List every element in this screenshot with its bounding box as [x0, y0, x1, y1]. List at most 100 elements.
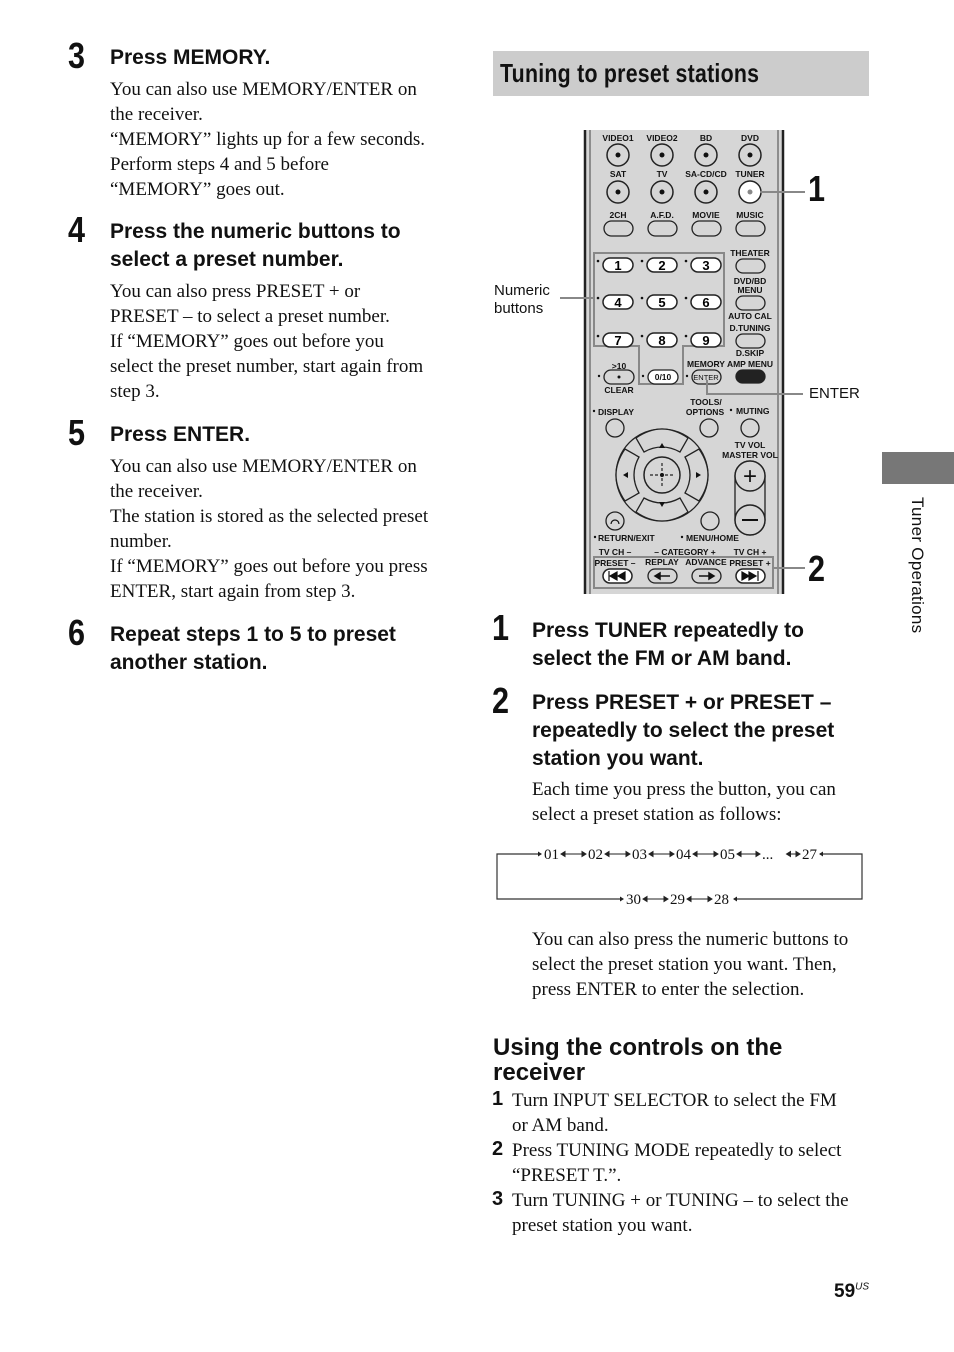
step-number: 2: [492, 1138, 504, 1160]
button-dot: [641, 374, 645, 378]
arrowhead-icon: [538, 851, 542, 857]
button-dot: [747, 152, 753, 158]
afd-button[interactable]: [647, 220, 678, 237]
btn-label: THEATER: [730, 248, 770, 258]
btn-label: 2CH: [609, 210, 626, 220]
dvd-menu-button[interactable]: [735, 295, 766, 311]
button-dot: [659, 189, 665, 195]
body-line: select the preset number, start again fr…: [110, 356, 424, 377]
btn-label: VIDEO1: [602, 133, 633, 143]
button-dot: [729, 408, 733, 412]
preset-sequence-diagram: 01 02 03 04 05... 27 30 29 28: [496, 847, 863, 908]
btn-label: MENU/HOME: [686, 533, 739, 543]
btn-label: MUSIC: [736, 210, 763, 220]
sequence-item: 27: [802, 847, 818, 863]
sequence-item: 30: [626, 892, 641, 908]
btn-label: DISPLAY: [598, 407, 634, 417]
btn-label: TOOLS/: [690, 397, 722, 407]
btn-label: MUTING: [736, 406, 770, 416]
step-body: You can also use MEMORY/ENTER on the rec…: [110, 77, 425, 202]
step-body: Turn TUNING + or TUNING – to select the …: [512, 1188, 849, 1238]
body-line: The station is stored as the selected pr…: [110, 506, 429, 527]
btn-label: AMP MENU: [727, 359, 773, 369]
step-number: 4: [68, 209, 86, 250]
body-line: You can also press PRESET + or: [110, 281, 361, 302]
step-heading: Press PRESET + or PRESET – repeatedly to…: [532, 689, 834, 773]
btn-label: D.SKIP: [736, 348, 765, 358]
button-dot: [747, 189, 753, 195]
body-line: preset station you want.: [512, 1215, 693, 1236]
auto-cal-button[interactable]: [735, 333, 766, 349]
button-dot: [685, 374, 689, 378]
numeric-button-label: 2: [658, 258, 665, 273]
body-line: number.: [110, 531, 172, 552]
step-number: 1: [492, 607, 510, 648]
arrowhead-icon: [620, 896, 624, 902]
body-line: If “MEMORY” goes out before you: [110, 331, 384, 352]
btn-label: TUNER: [735, 169, 764, 179]
heading-line: select the FM or AM band.: [532, 647, 792, 670]
button-dot: [592, 409, 596, 413]
page-number-value: 59: [834, 1281, 856, 1302]
body-line: “MEMORY” goes out.: [110, 179, 285, 200]
btn-label: REPLAY: [645, 557, 679, 567]
btn-label: MEMORY: [687, 359, 725, 369]
return-button[interactable]: [605, 511, 625, 531]
body-line: PRESET – to select a preset number.: [110, 306, 390, 327]
page-number: 59US: [834, 1281, 869, 1303]
amp-menu-button[interactable]: [735, 369, 766, 384]
numeric-button-label: 1: [614, 258, 621, 273]
btn-label: SA-CD/CD: [685, 169, 727, 179]
sequence-item: 05: [720, 847, 735, 863]
step-number: 2: [492, 680, 510, 721]
btn-label: PRESET +: [729, 558, 770, 568]
numeric-button-label: 9: [702, 333, 709, 348]
button-dot: [597, 374, 601, 378]
step-body: Each time you press the button, you can …: [532, 777, 836, 827]
btn-label: DVD: [741, 133, 759, 143]
step-number: 5: [68, 412, 86, 453]
menu-home-button[interactable]: [700, 511, 720, 531]
btn-label: TV: [657, 169, 668, 179]
theater-button[interactable]: [735, 258, 766, 274]
button-dot: [596, 334, 600, 338]
heading-line: receiver: [493, 1059, 586, 1086]
bidirectional-arrow-icon: [785, 850, 801, 858]
sequence-item: 02: [588, 847, 603, 863]
body-line: the receiver.: [110, 104, 203, 125]
step-heading: Press TUNER repeatedly to select the FM …: [532, 617, 804, 673]
btn-label: TV CH –: [599, 547, 632, 557]
movie-button[interactable]: [691, 220, 722, 237]
music-button[interactable]: [735, 220, 766, 237]
bidirectional-arrow-icon: [648, 850, 675, 858]
heading-line: another station.: [110, 651, 268, 674]
numeric-button-label: 3: [702, 258, 709, 273]
muting-button[interactable]: [740, 418, 760, 438]
btn-label: TV CH +: [734, 547, 767, 557]
button-dot: [615, 189, 621, 195]
numeric-button-label: 8: [658, 333, 665, 348]
btn-label: 0/10: [655, 372, 672, 382]
body-line: “PRESET T.”.: [512, 1165, 622, 1186]
callout-step-1: 1: [808, 168, 826, 209]
tools-button[interactable]: [699, 418, 719, 438]
btn-label: CLEAR: [604, 385, 633, 395]
display-button[interactable]: [605, 418, 625, 438]
callout-line: Numeric: [494, 282, 550, 299]
button-dot: [640, 259, 644, 263]
body-line: Perform steps 4 and 5 before: [110, 154, 329, 175]
chapter-tab-label: Tuner Operations: [908, 497, 927, 634]
body-line: or AM band.: [512, 1115, 609, 1136]
button-dot: [640, 334, 644, 338]
2ch-button[interactable]: [603, 220, 634, 237]
button-dot: [659, 152, 665, 158]
bidirectional-arrow-icon: [692, 850, 719, 858]
btn-label: MOVIE: [692, 210, 720, 220]
sequence-item: 03: [632, 847, 647, 863]
callout-step-2: 2: [808, 548, 826, 589]
body-line: If “MEMORY” goes out before you press: [110, 556, 428, 577]
plus-icon: +: [743, 463, 757, 490]
body-line: You can also use MEMORY/ENTER on: [110, 79, 417, 100]
button-dot: [615, 152, 621, 158]
numeric-button-label: 7: [614, 333, 621, 348]
